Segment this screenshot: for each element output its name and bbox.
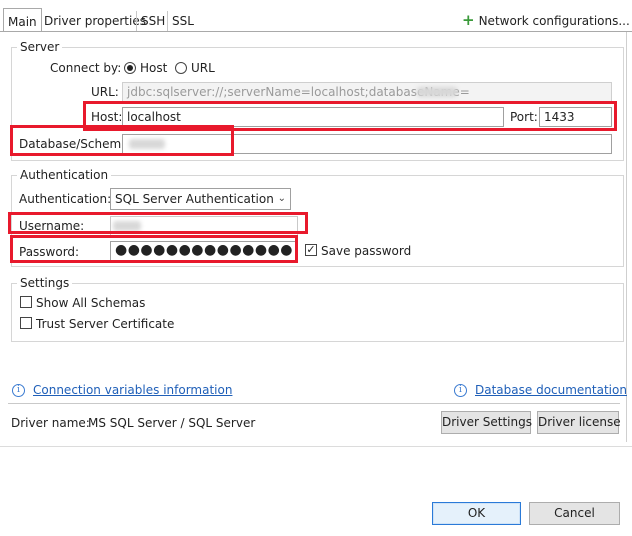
- driver-license-button[interactable]: Driver license: [537, 411, 621, 434]
- host-radio[interactable]: [124, 62, 136, 74]
- tab-driver-properties[interactable]: Driver properties: [40, 11, 150, 31]
- chevron-down-icon: ⌄: [277, 193, 286, 204]
- trust-server-certificate-label: Trust Server Certificate: [36, 317, 175, 331]
- url-radio[interactable]: [175, 62, 187, 74]
- show-all-schemas-checkbox[interactable]: [20, 296, 32, 308]
- url-input[interactable]: jdbc:sqlserver://;serverName=localhost;d…: [122, 82, 612, 102]
- database-highlight: [10, 125, 234, 156]
- driver-settings-button[interactable]: Driver Settings: [441, 411, 532, 434]
- redacted-database-name: [417, 87, 457, 97]
- cancel-button[interactable]: Cancel: [529, 502, 620, 525]
- authentication-group-label: Authentication: [17, 168, 112, 182]
- driver-name-label: Driver name:: [11, 416, 90, 430]
- username-highlight: [8, 212, 308, 234]
- tab-main[interactable]: Main: [3, 8, 42, 33]
- plus-icon: +: [462, 11, 475, 29]
- show-all-schemas-label: Show All Schemas: [36, 296, 146, 310]
- authentication-label: Authentication:: [19, 192, 112, 206]
- tab-ssl[interactable]: SSL: [167, 11, 198, 31]
- server-group-label: Server: [17, 40, 63, 54]
- driver-name-value: MS SQL Server / SQL Server: [88, 416, 256, 430]
- trust-server-certificate-checkbox[interactable]: [20, 317, 32, 329]
- url-label: URL:: [91, 85, 119, 99]
- tab-ssh[interactable]: SSH: [136, 11, 169, 31]
- tab-strip: Main Driver properties SSH SSL + Network …: [0, 8, 632, 33]
- password-highlight: [10, 235, 298, 263]
- footer-divider: [0, 446, 632, 447]
- connect-by-label: Connect by:: [50, 61, 122, 75]
- network-configurations-button[interactable]: + Network configurations...: [462, 12, 630, 29]
- settings-group-label: Settings: [17, 276, 73, 290]
- authentication-value: SQL Server Authentication: [115, 192, 274, 206]
- url-radio-label: URL: [191, 61, 215, 75]
- divider: [8, 403, 620, 404]
- save-password-label: Save password: [321, 244, 412, 258]
- authentication-select[interactable]: SQL Server Authentication ⌄: [110, 188, 291, 210]
- save-password-checkbox[interactable]: ✓: [305, 244, 317, 256]
- ok-button[interactable]: OK: [432, 502, 521, 525]
- database-documentation-link[interactable]: Database documentation: [475, 382, 627, 398]
- network-configurations-label: Network configurations...: [478, 14, 630, 28]
- settings-group: [11, 283, 624, 342]
- host-radio-label: Host: [140, 61, 168, 75]
- info-icon: i: [454, 384, 467, 397]
- info-icon: i: [12, 384, 25, 397]
- connection-variables-link[interactable]: Connection variables information: [33, 382, 232, 398]
